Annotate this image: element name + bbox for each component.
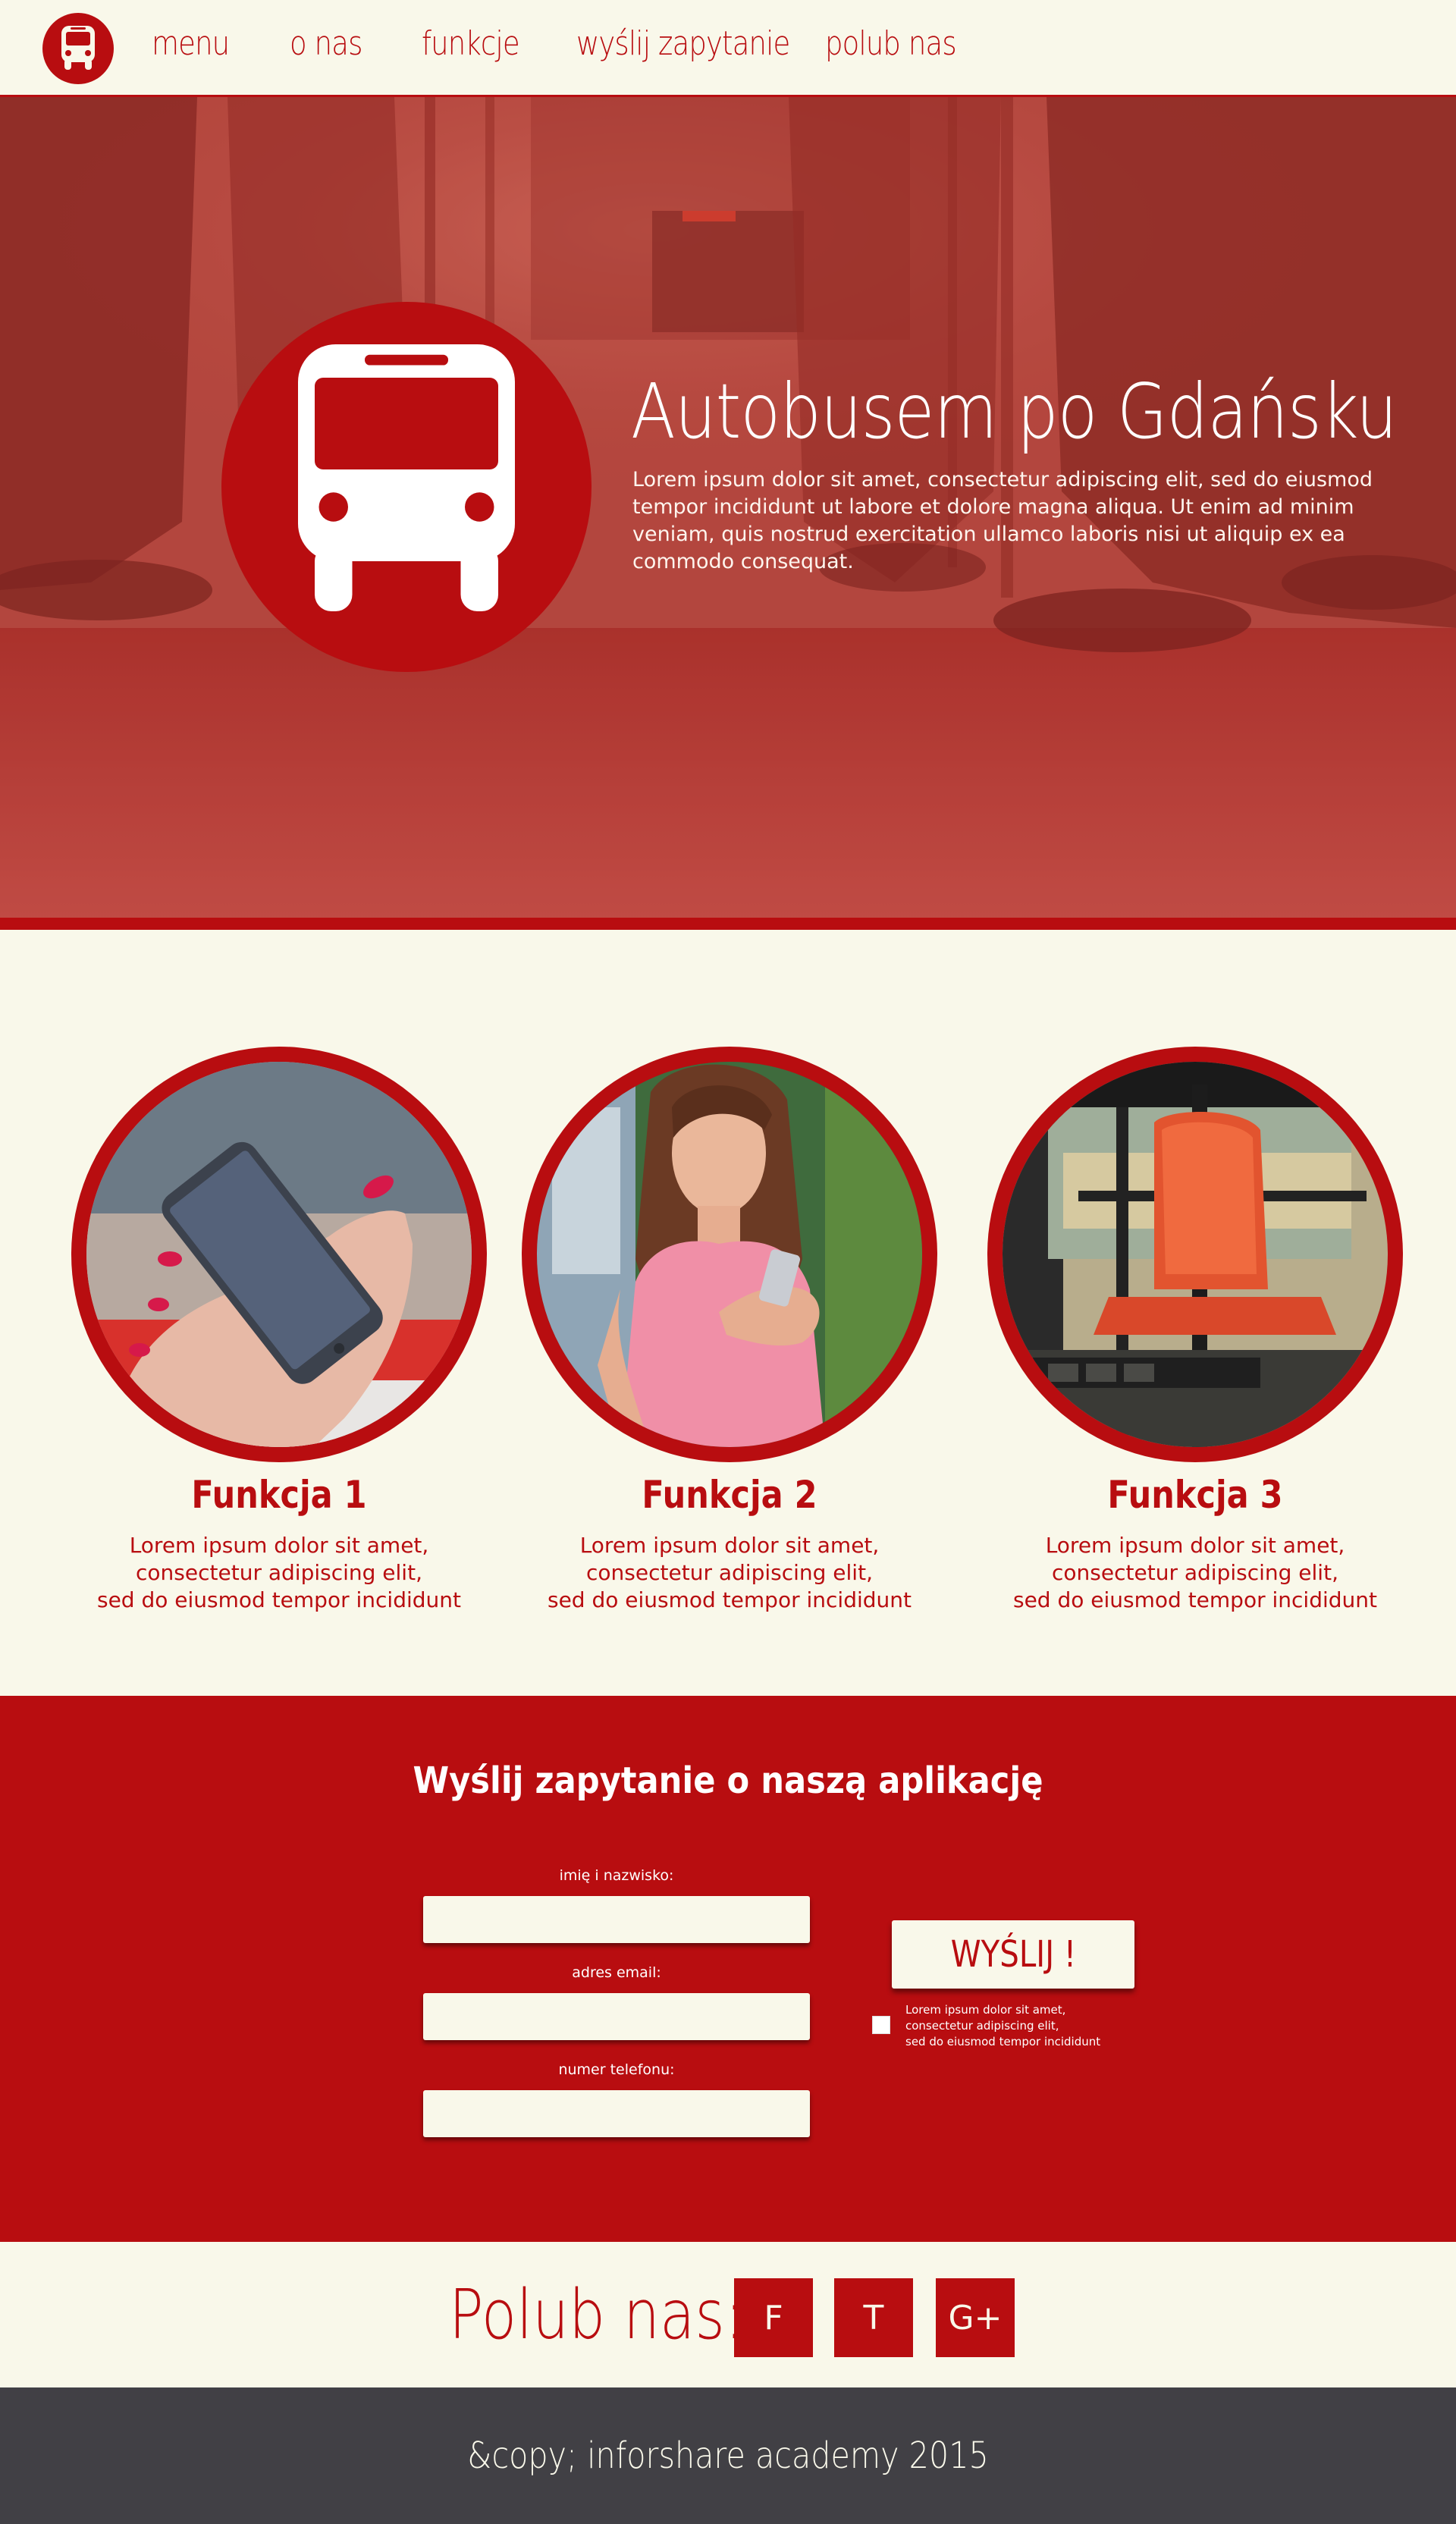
facebook-button[interactable]: F <box>734 2278 813 2357</box>
name-input[interactable] <box>423 1896 810 1943</box>
email-input[interactable] <box>423 1993 810 2040</box>
hero-section: Autobusem po Gdańsku Lorem ipsum dolor s… <box>0 97 1456 919</box>
feature-image-frame <box>522 1047 937 1462</box>
feature-title: Funkcja 2 <box>642 1473 817 1517</box>
nav-item-funkcje[interactable]: funkcje <box>422 24 520 63</box>
hero-description: Lorem ipsum dolor sit amet, consectetur … <box>632 468 1373 573</box>
inquiry-form-section: Wyślij zapytanie o naszą aplikację imię … <box>0 1696 1456 2242</box>
nav-item-wyslij-zapytanie[interactable]: wyślij zapytanie <box>576 24 790 63</box>
feature-description: Lorem ipsum dolor sit amet, consectetur … <box>547 1533 912 1612</box>
nav-item-polub-nas[interactable]: polub nas <box>825 24 957 63</box>
nav-item-o-nas[interactable]: o nas <box>290 24 362 63</box>
social-title: Polub nas: <box>449 2275 745 2355</box>
email-field-label: adres email: <box>572 1964 661 1981</box>
send-button-label: WYŚLIJ ! <box>950 1933 1076 1976</box>
phone-field-label: numer telefonu: <box>558 2061 675 2078</box>
phone-input[interactable] <box>423 2090 810 2137</box>
footer: &copy; inforshare academy 2015 <box>0 2387 1456 2524</box>
consent-text: Lorem ipsum dolor sit amet, consectetur … <box>905 2003 1101 2048</box>
nav-item-menu[interactable]: menu <box>152 24 230 63</box>
bus-logo-icon[interactable] <box>42 13 114 84</box>
twitter-button[interactable]: T <box>834 2278 913 2357</box>
hero-bottom-divider <box>0 918 1456 930</box>
feature-image-phone-in-hand <box>86 1062 472 1447</box>
feature-image-frame <box>71 1047 487 1462</box>
feature-title: Funkcja 3 <box>1107 1473 1283 1517</box>
feature-image-woman-with-phone <box>537 1062 922 1447</box>
feature-description: Lorem ipsum dolor sit amet, consectetur … <box>96 1533 461 1612</box>
top-navigation: menu o nas funkcje wyślij zapytanie polu… <box>0 0 1456 97</box>
feature-title: Funkcja 1 <box>191 1473 367 1517</box>
form-heading: Wyślij zapytanie o naszą aplikację <box>413 1760 1043 1802</box>
send-button[interactable]: WYŚLIJ ! <box>892 1920 1134 1989</box>
hero-bus-badge <box>221 302 592 672</box>
feature-image-bus-seat <box>1003 1062 1388 1447</box>
consent-checkbox[interactable] <box>872 2016 890 2034</box>
google-plus-button[interactable]: G+ <box>936 2278 1015 2357</box>
hero-title: Autobusem po Gdańsku <box>631 367 1398 456</box>
feature-image-frame <box>987 1047 1403 1462</box>
footer-copyright: &copy; inforshare academy 2015 <box>467 2435 989 2477</box>
feature-description: Lorem ipsum dolor sit amet, consectetur … <box>1012 1533 1377 1612</box>
name-field-label: imię i nazwisko: <box>559 1867 674 1884</box>
bus-icon <box>298 344 515 611</box>
